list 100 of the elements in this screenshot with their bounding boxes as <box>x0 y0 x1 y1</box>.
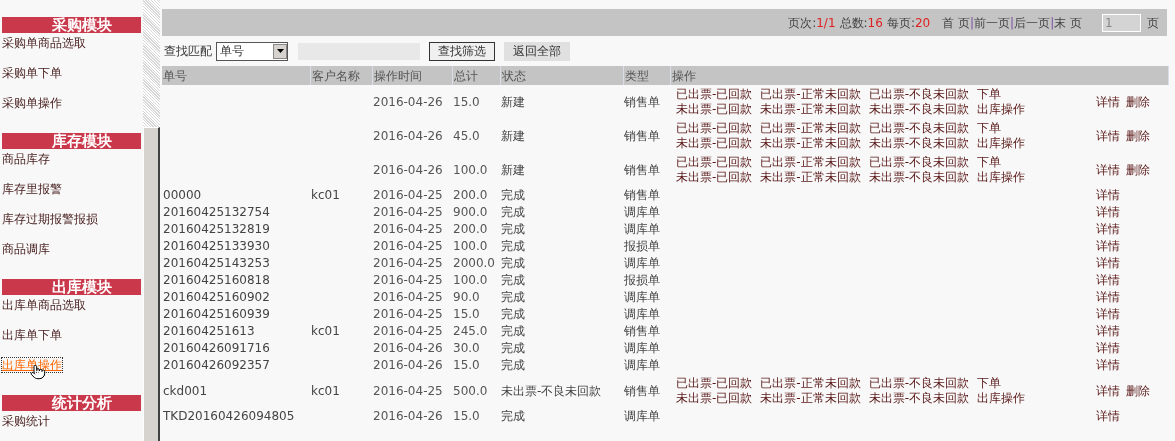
detail-link[interactable]: 详情 <box>1096 256 1120 270</box>
action-link[interactable]: 下单 <box>977 121 1002 136</box>
table-cell-text: 900.0 <box>452 204 489 221</box>
table-cell: 新建 <box>500 85 623 119</box>
sidebar-link[interactable]: 采购单操作 <box>2 96 62 110</box>
action-link[interactable]: 未出票-不良未回款 <box>868 102 970 117</box>
action-link[interactable]: 下单 <box>977 87 1002 102</box>
detail-link[interactable]: 详情 <box>1096 383 1120 398</box>
action-link[interactable]: 未出票-正常未回款 <box>760 391 861 406</box>
sidebar-link[interactable]: 出库单商品选取 <box>2 298 86 312</box>
action-link[interactable]: 未出票-已回款 <box>676 391 753 406</box>
detail-link[interactable]: 详情 <box>1096 94 1120 109</box>
delete-link[interactable]: 删除 <box>1126 129 1150 143</box>
table-cell-text: 销售单 <box>623 382 661 400</box>
action-link[interactable]: 已出票-不良未回款 <box>868 376 970 391</box>
match-select[interactable]: 单号 <box>216 41 288 61</box>
scrollbar[interactable] <box>143 0 160 441</box>
table-cell-text: 完成 <box>500 289 526 306</box>
detail-link[interactable]: 详情 <box>1096 162 1120 177</box>
table-cell-text: 调库单 <box>623 340 661 357</box>
section-header: 库存模块 <box>2 133 141 149</box>
action-link[interactable]: 下单 <box>977 376 1002 391</box>
action-link[interactable]: 已出票-已回款 <box>676 121 753 136</box>
action-link[interactable]: 出库操作 <box>977 102 1026 117</box>
delete-link[interactable]: 删除 <box>1126 163 1150 177</box>
detail-link[interactable]: 详情 <box>1096 222 1120 236</box>
column-header: 状态 <box>500 66 623 85</box>
table-cell-text: 2000.0 <box>452 255 496 272</box>
pager-link[interactable]: 前一页 <box>974 13 1011 32</box>
detail-link[interactable]: 详情 <box>1096 358 1120 372</box>
detail-link[interactable]: 详情 <box>1096 239 1120 253</box>
action-link[interactable]: 已出票-不良未回款 <box>868 87 970 102</box>
action-link[interactable]: 已出票-正常未回款 <box>760 155 861 170</box>
action-link[interactable]: 出库操作 <box>977 136 1026 151</box>
action-link[interactable]: 已出票-已回款 <box>676 87 753 102</box>
detail-link[interactable]: 详情 <box>1096 324 1120 338</box>
action-link[interactable]: 已出票-正常未回款 <box>760 376 861 391</box>
pager-link[interactable]: 首 页 <box>942 13 971 32</box>
detail-link[interactable]: 详情 <box>1096 307 1120 321</box>
action-link[interactable]: 未出票-正常未回款 <box>760 136 861 151</box>
action-link[interactable]: 下单 <box>977 155 1002 170</box>
table-cell-text: 完成 <box>500 238 526 255</box>
detail-link[interactable]: 详情 <box>1096 188 1120 202</box>
filter-button[interactable]: 查找筛选 <box>429 41 495 61</box>
sidebar-link[interactable]: 采购单下单 <box>2 66 62 80</box>
table-cell-text: TKD20160426094805 <box>162 408 296 425</box>
delete-link[interactable]: 删除 <box>1126 384 1150 398</box>
sidebar-link[interactable]: 库存过期报警报损 <box>2 212 98 226</box>
table-cell-text: 20160425132754 <box>162 204 271 221</box>
table-cell-text: 2016-04-26 <box>372 127 444 145</box>
table-cell: 2016-04-26 <box>372 85 452 119</box>
table-cell-text: 15.0 <box>452 306 481 323</box>
detail-link[interactable]: 详情 <box>1096 273 1120 287</box>
pager-link[interactable]: 末 页 <box>1054 13 1082 32</box>
action-link[interactable]: 已出票-正常未回款 <box>760 87 861 102</box>
action-link[interactable]: 未出票-不良未回款 <box>868 136 970 151</box>
action-link[interactable]: 出库操作 <box>977 170 1026 185</box>
action-link[interactable]: 已出票-正常未回款 <box>760 121 861 136</box>
detail-link[interactable]: 详情 <box>1096 128 1120 143</box>
sidebar-link[interactable]: 采购单商品选取 <box>2 36 86 50</box>
table-cell-text: 30.0 <box>452 340 481 357</box>
detail-link[interactable]: 详情 <box>1096 409 1120 423</box>
delete-link[interactable]: 删除 <box>1126 95 1150 109</box>
table-cell-text: 完成 <box>500 187 526 204</box>
table-cell-text: kc01 <box>310 187 341 204</box>
sidebar-link[interactable]: 出库单下单 <box>2 328 62 342</box>
action-link[interactable]: 未出票-已回款 <box>676 170 753 185</box>
reset-button[interactable]: 返回全部 <box>504 41 570 61</box>
table-cell-text: 2016-04-25 <box>372 289 444 306</box>
action-link[interactable]: 未出票-正常未回款 <box>760 102 861 117</box>
action-link[interactable]: 已出票-已回款 <box>676 376 753 391</box>
action-link[interactable]: 未出票-不良未回款 <box>868 170 970 185</box>
table-cell-text: 完成 <box>500 221 526 238</box>
sidebar-link[interactable]: 商品调库 <box>2 242 50 256</box>
detail-link[interactable]: 详情 <box>1096 341 1120 355</box>
table-cell-text: 2016-04-25 <box>372 382 444 400</box>
detail-link[interactable]: 详情 <box>1096 205 1120 219</box>
sidebar-link[interactable]: 库存里报警 <box>2 182 62 196</box>
table-cell-text: 调库单 <box>623 204 661 221</box>
column-header: 类型 <box>623 66 670 85</box>
pager-link[interactable]: 后一页 <box>1014 13 1051 32</box>
sidebar-link[interactable]: 商品库存 <box>2 152 50 166</box>
table-cell-text: 新建 <box>500 161 526 179</box>
pager-info: 总数:16 <box>839 14 883 32</box>
sidebar-link[interactable]: 采购统计 <box>2 414 50 428</box>
action-link[interactable]: 已出票-已回款 <box>676 155 753 170</box>
action-link[interactable]: 已出票-不良未回款 <box>868 155 970 170</box>
detail-link[interactable]: 详情 <box>1096 290 1120 304</box>
table-cell-text: 2016-04-26 <box>372 161 444 179</box>
table-cell-text: 报损单 <box>623 238 661 255</box>
table-cell-text: 销售单 <box>623 127 661 145</box>
action-link[interactable]: 未出票-已回款 <box>676 136 753 151</box>
action-link[interactable]: 出库操作 <box>977 391 1026 406</box>
table-cell-text: 45.0 <box>452 127 481 145</box>
action-link[interactable]: 已出票-不良未回款 <box>868 121 970 136</box>
action-link[interactable]: 未出票-已回款 <box>676 102 753 117</box>
table-cell-text: 245.0 <box>452 323 489 340</box>
table-cell-text: 90.0 <box>452 289 481 306</box>
action-link[interactable]: 未出票-不良未回款 <box>868 391 970 406</box>
action-link[interactable]: 未出票-正常未回款 <box>760 170 861 185</box>
